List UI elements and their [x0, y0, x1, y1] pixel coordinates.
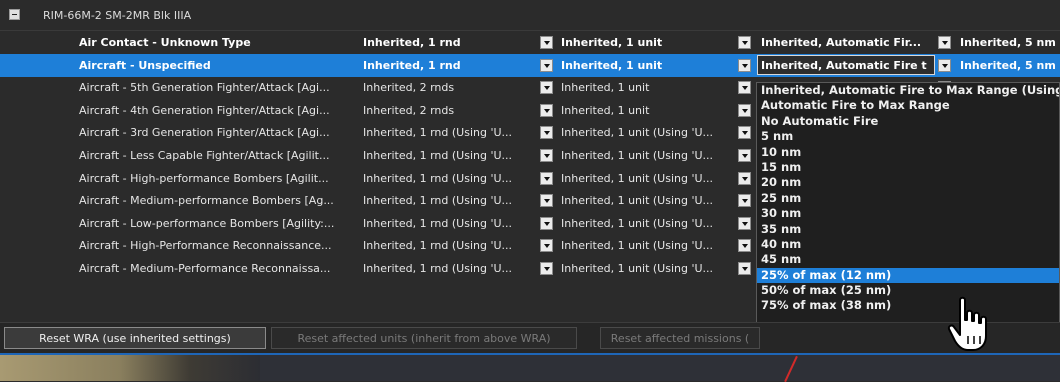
- shooters-per-target-value[interactable]: Inherited, 1 unit: [561, 76, 733, 99]
- button-bar: Reset WRA (use inherited settings) Reset…: [0, 322, 1060, 354]
- hand-pointer-icon: [947, 296, 987, 351]
- chevron-down-icon[interactable]: [540, 171, 553, 185]
- weapons-per-salvo-value[interactable]: Inherited, 1 rnd (Using 'U...: [363, 121, 535, 144]
- target-type-name: Aircraft - High-Performance Reconnaissan…: [79, 239, 332, 253]
- auto-fire-range-value[interactable]: Inherited, Automatic Fire t: [761, 54, 931, 77]
- weapon-group-title: RIM-66M-2 SM-2MR Blk IIIA: [43, 9, 192, 22]
- dropdown-option[interactable]: 5 nm: [757, 129, 1059, 144]
- target-type-name: Aircraft - 4th Generation Fighter/Attack…: [79, 103, 330, 117]
- chevron-down-icon[interactable]: [738, 149, 751, 162]
- map-water: [260, 353, 1060, 381]
- chevron-down-icon[interactable]: [540, 36, 553, 49]
- dropdown-option[interactable]: Automatic Fire to Max Range: [757, 98, 1059, 113]
- chevron-down-icon[interactable]: [738, 194, 751, 208]
- chevron-down-icon[interactable]: [738, 171, 751, 185]
- dropdown-option[interactable]: 25 nm: [757, 191, 1059, 206]
- dropdown-option[interactable]: 35 nm: [757, 222, 1059, 237]
- shooters-per-target-value[interactable]: Inherited, 1 unit: [561, 54, 733, 77]
- chevron-down-icon[interactable]: [738, 262, 751, 275]
- dropdown-option[interactable]: 20 nm: [757, 175, 1059, 190]
- weapons-per-salvo-value[interactable]: Inherited, 1 rnd (Using 'U...: [363, 167, 535, 190]
- target-type-name: Aircraft - 5th Generation Fighter/Attack…: [79, 81, 330, 95]
- chevron-down-icon[interactable]: [738, 126, 751, 140]
- map-border: [0, 353, 1060, 355]
- chevron-down-icon[interactable]: [540, 194, 553, 208]
- shooters-per-target-value[interactable]: Inherited, 1 unit (Using 'U...: [561, 212, 733, 235]
- dropdown-option[interactable]: 15 nm: [757, 160, 1059, 175]
- shooters-per-target-value[interactable]: Inherited, 1 unit (Using 'U...: [561, 234, 733, 257]
- dropdown-option[interactable]: 25% of max (12 nm): [757, 267, 1059, 284]
- dropdown-option[interactable]: 75% of max (38 nm): [757, 298, 1059, 313]
- chevron-down-icon[interactable]: [738, 36, 751, 49]
- table-row[interactable]: Air Contact - Unknown Type Inherited, 1 r…: [0, 31, 1060, 54]
- target-type-name: Aircraft - Less Capable Fighter/Attack […: [79, 149, 330, 162]
- chevron-down-icon[interactable]: [738, 103, 751, 117]
- weapons-per-salvo-value[interactable]: Inherited, 1 rnd: [363, 31, 535, 54]
- dropdown-option[interactable]: 30 nm: [757, 206, 1059, 221]
- shooters-per-target-value[interactable]: Inherited, 1 unit (Using 'U...: [561, 257, 733, 280]
- dropdown-option[interactable]: No Automatic Fire: [757, 114, 1059, 129]
- shooters-per-target-value[interactable]: Inherited, 1 unit (Using 'U...: [561, 144, 733, 167]
- target-type-name: Aircraft - High-performance Bombers [Agi…: [79, 171, 329, 185]
- map-view[interactable]: [0, 353, 1060, 382]
- wra-editor: RIM-66M-2 SM-2MR Blk IIIA Air Contact - …: [0, 0, 1060, 382]
- reset-affected-missions-button[interactable]: Reset affected missions (: [600, 327, 760, 349]
- weapon-group-row[interactable]: RIM-66M-2 SM-2MR Blk IIIA: [0, 0, 1060, 31]
- target-type-name: Air Contact - Unknown Type: [79, 36, 251, 49]
- chevron-down-icon[interactable]: [938, 36, 951, 49]
- self-defense-range-value[interactable]: Inherited, 5 nm: [960, 54, 1060, 77]
- weapons-per-salvo-value[interactable]: Inherited, 1 rnd (Using 'U...: [363, 144, 535, 167]
- collapse-icon[interactable]: [9, 9, 20, 20]
- target-type-name: Aircraft - Unspecified: [79, 58, 211, 72]
- target-type-name: Aircraft - Low-performance Bombers [Agil…: [79, 216, 335, 230]
- chevron-down-icon[interactable]: [738, 216, 751, 230]
- chevron-down-icon[interactable]: [738, 81, 751, 95]
- shooters-per-target-value[interactable]: Inherited, 1 unit (Using 'U...: [561, 121, 733, 144]
- weapons-per-salvo-value[interactable]: Inherited, 2 rnds: [363, 76, 535, 99]
- chevron-down-icon[interactable]: [540, 81, 553, 95]
- chevron-down-icon[interactable]: [738, 58, 751, 72]
- weapons-per-salvo-value[interactable]: Inherited, 1 rnd (Using 'U...: [363, 189, 535, 212]
- chevron-down-icon[interactable]: [738, 239, 751, 253]
- shooters-per-target-value[interactable]: Inherited, 1 unit (Using 'U...: [561, 167, 733, 190]
- shooters-per-target-value[interactable]: Inherited, 1 unit (Using 'U...: [561, 189, 733, 212]
- reset-wra-button[interactable]: Reset WRA (use inherited settings): [4, 327, 266, 349]
- shooters-per-target-value[interactable]: Inherited, 1 unit: [561, 99, 733, 122]
- auto-fire-range-dropdown-list[interactable]: Inherited, Automatic Fire to Max Range (…: [756, 82, 1060, 348]
- chevron-down-icon[interactable]: [938, 58, 951, 72]
- chevron-down-icon[interactable]: [540, 216, 553, 230]
- chevron-down-icon[interactable]: [540, 262, 553, 275]
- self-defense-range-value[interactable]: Inherited, 5 nm: [960, 31, 1060, 54]
- weapons-per-salvo-value[interactable]: Inherited, 1 rnd: [363, 54, 535, 77]
- auto-fire-range-value[interactable]: Inherited, Automatic Fir...: [761, 31, 931, 54]
- dropdown-option[interactable]: 40 nm: [757, 237, 1059, 252]
- target-type-name: Aircraft - Medium-Performance Reconnaiss…: [79, 262, 331, 275]
- chevron-down-icon[interactable]: [540, 126, 553, 140]
- target-type-name: Aircraft - Medium-performance Bombers [A…: [79, 194, 334, 208]
- target-type-name: Aircraft - 3rd Generation Fighter/Attack…: [79, 126, 330, 140]
- weapons-per-salvo-value[interactable]: Inherited, 1 rnd (Using 'U...: [363, 257, 535, 280]
- dropdown-option[interactable]: 50% of max (25 nm): [757, 283, 1059, 298]
- weapons-per-salvo-value[interactable]: Inherited, 2 rnds: [363, 99, 535, 122]
- chevron-down-icon[interactable]: [540, 149, 553, 162]
- table-row[interactable]: Aircraft - Unspecified Inherited, 1 rnd In…: [0, 53, 1060, 77]
- dropdown-option[interactable]: Inherited, Automatic Fire to Max Range (…: [757, 83, 1059, 98]
- weapons-per-salvo-value[interactable]: Inherited, 1 rnd (Using 'U...: [363, 234, 535, 257]
- chevron-down-icon[interactable]: [540, 58, 553, 72]
- chevron-down-icon[interactable]: [540, 103, 553, 117]
- weapons-per-salvo-value[interactable]: Inherited, 1 rnd (Using 'U...: [363, 212, 535, 235]
- dropdown-option[interactable]: 10 nm: [757, 145, 1059, 160]
- dropdown-option[interactable]: 45 nm: [757, 252, 1059, 267]
- shooters-per-target-value[interactable]: Inherited, 1 unit: [561, 31, 733, 54]
- chevron-down-icon[interactable]: [540, 239, 553, 253]
- reset-affected-units-button[interactable]: Reset affected units (inherit from above…: [271, 327, 577, 349]
